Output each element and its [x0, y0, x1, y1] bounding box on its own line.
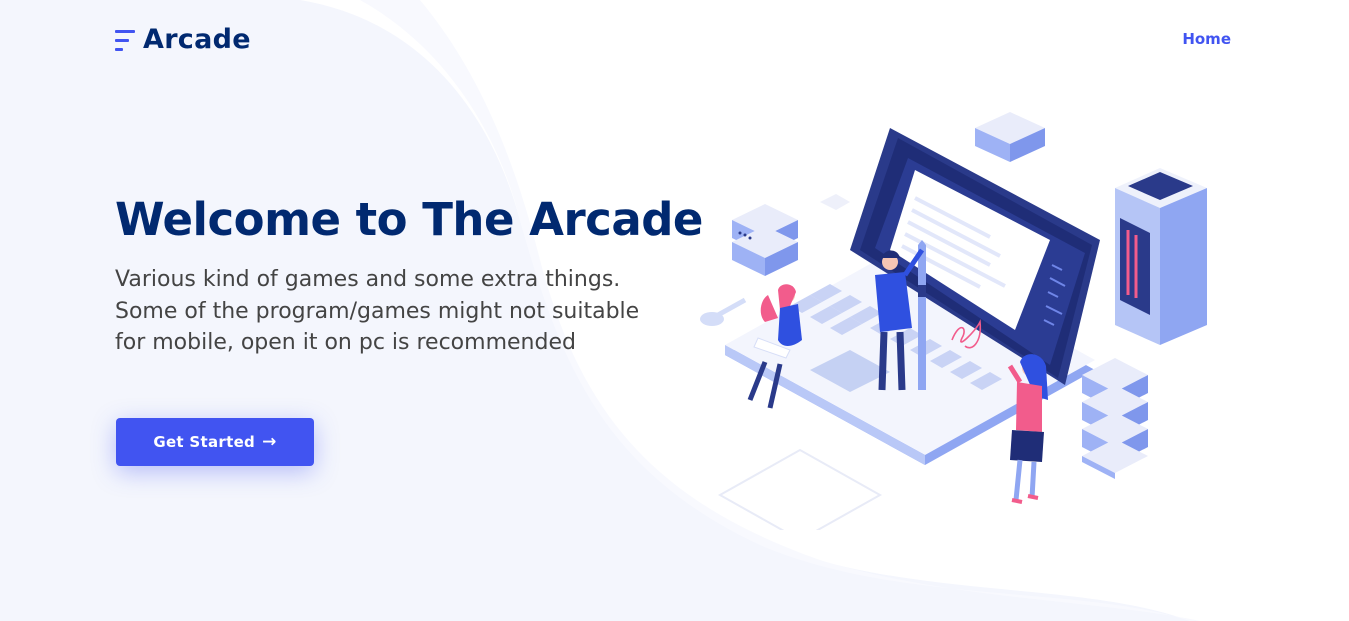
get-started-label: Get Started [153, 433, 256, 451]
hero-section: Welcome to The Arcade Various kind of ga… [115, 190, 703, 359]
key [700, 297, 747, 326]
person-right [1007, 354, 1048, 504]
logo[interactable]: Arcade [115, 24, 251, 55]
nav-home-link[interactable]: Home [1182, 30, 1231, 48]
pen [918, 240, 926, 390]
site-header: Arcade Home [0, 0, 1349, 82]
get-started-button[interactable]: Get Started → [116, 418, 314, 466]
hero-illustration [700, 112, 1207, 530]
server-right [1115, 168, 1207, 345]
server-top [975, 112, 1045, 162]
logo-icon [115, 27, 137, 53]
server-stack [1082, 358, 1148, 479]
server-left [732, 204, 798, 276]
logo-text: Arcade [143, 24, 251, 55]
hero-title: Welcome to The Arcade [115, 193, 703, 246]
arrow-right-icon: → [262, 432, 277, 452]
hero-subtitle: Various kind of games and some extra thi… [115, 267, 640, 355]
